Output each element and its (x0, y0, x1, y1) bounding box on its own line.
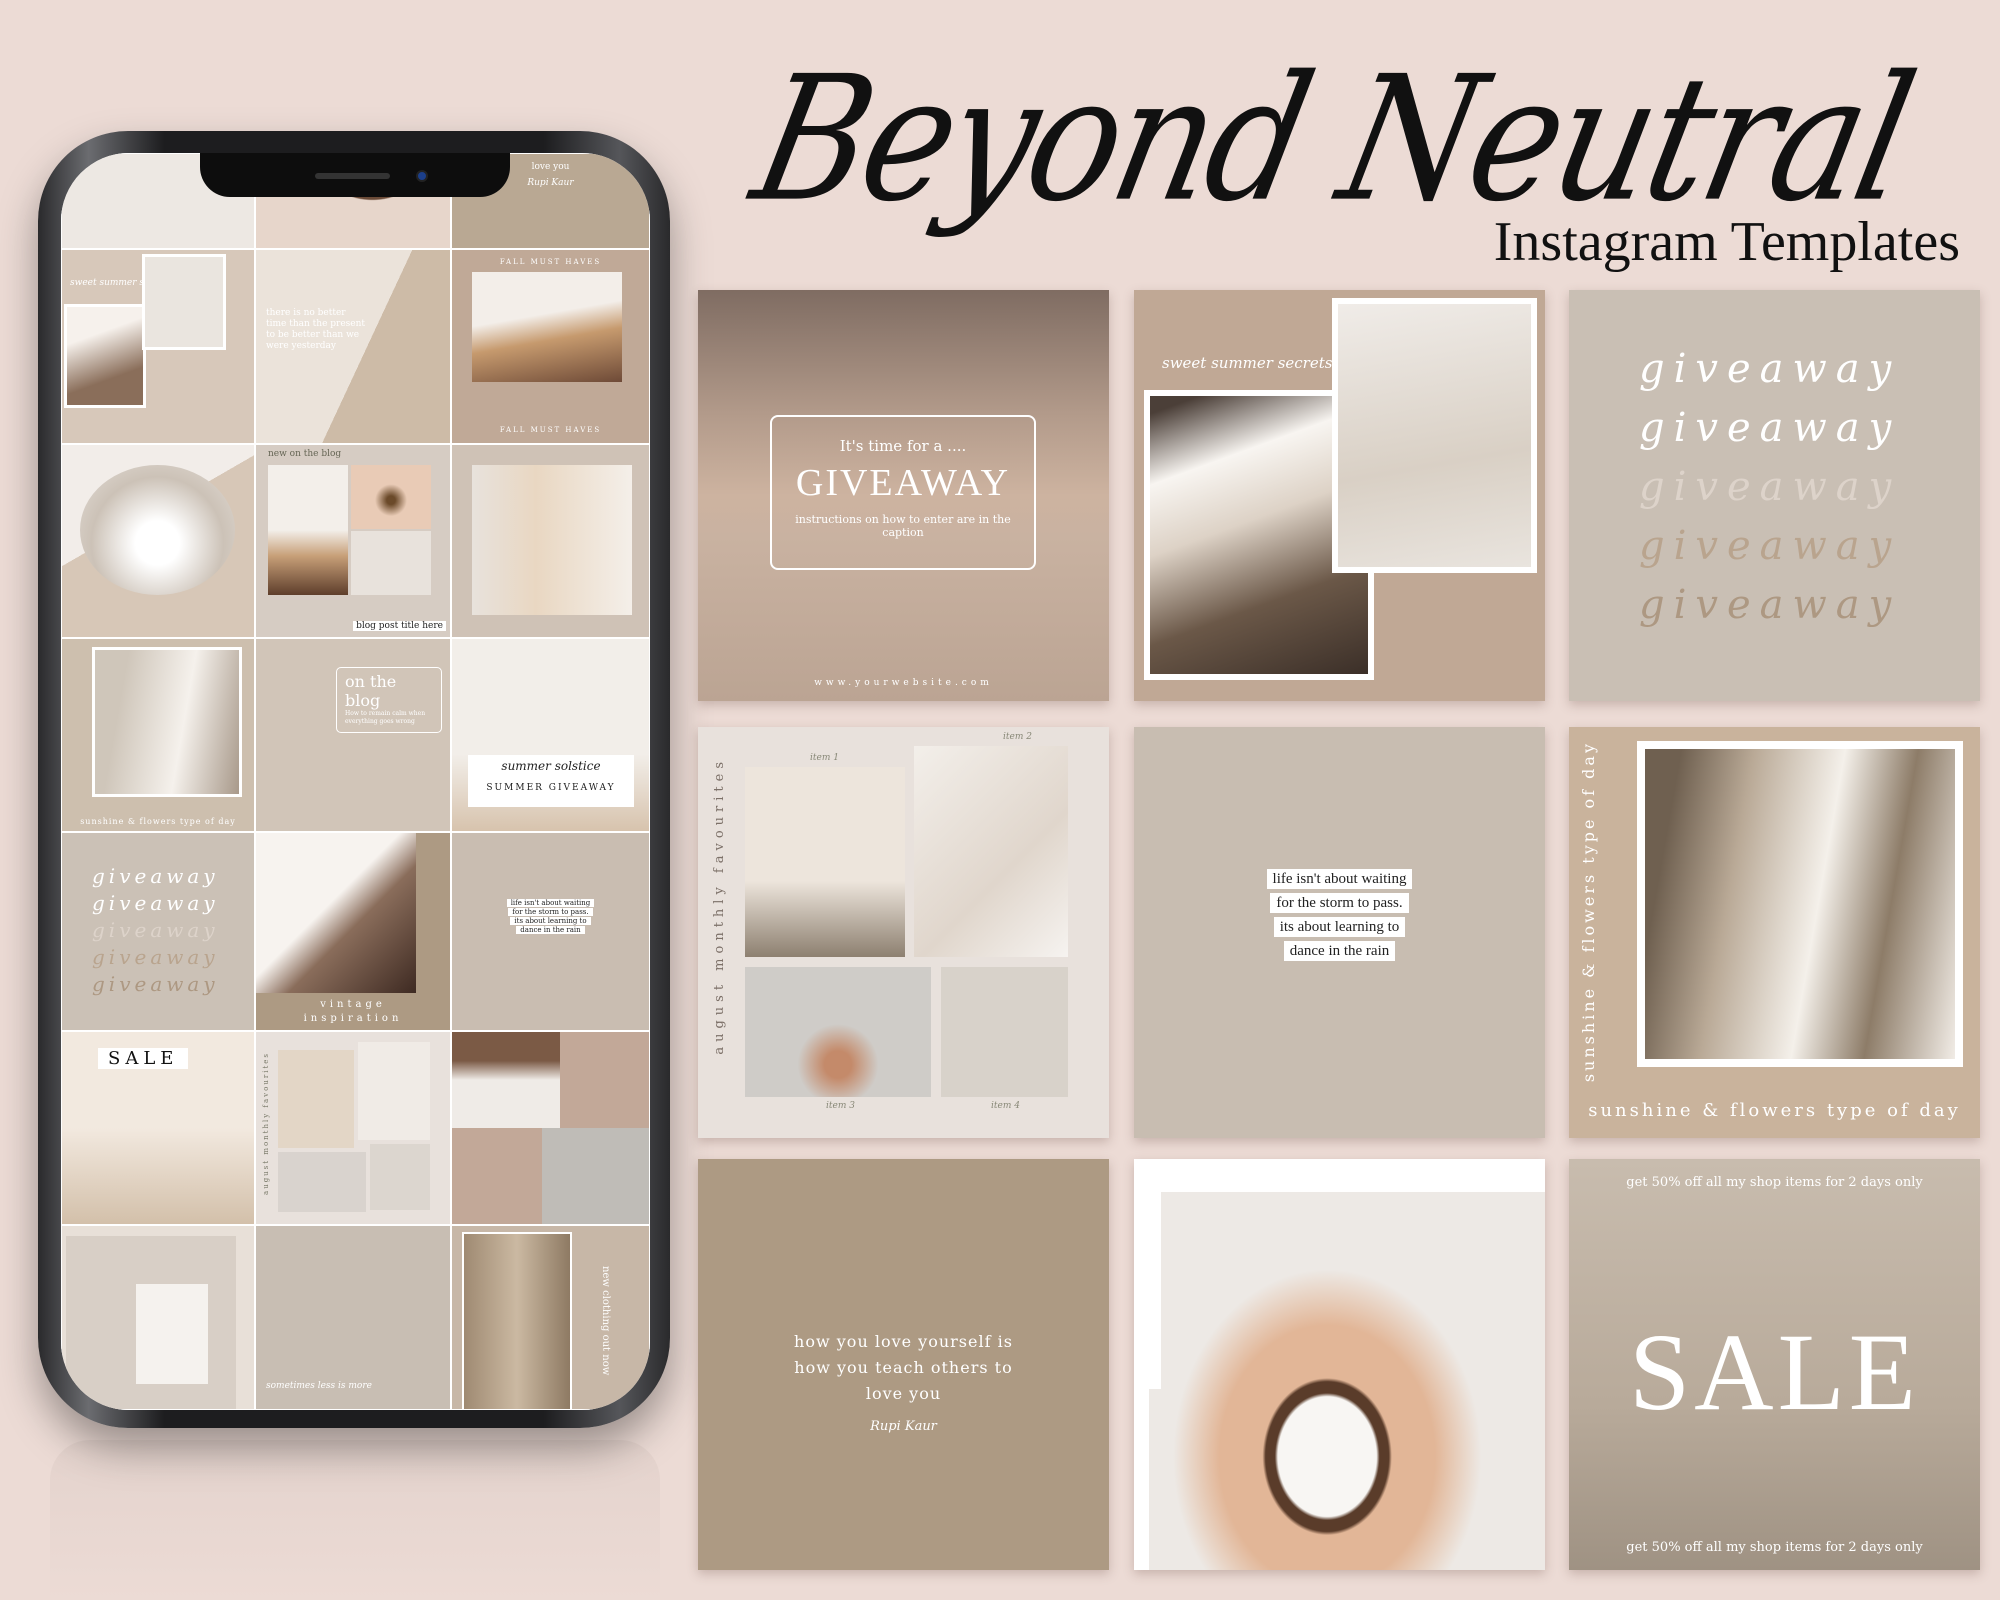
feed-tile-woman (451, 444, 650, 638)
feed-tile-vintage: vintage inspiration (255, 832, 451, 1031)
quote-line: life isn't about waiting (1266, 869, 1413, 889)
item-photo (745, 767, 905, 957)
script-text: sometimes less is more (266, 1381, 372, 1391)
promo-text: get 50% off all my shop items for 2 days… (1626, 1175, 1923, 1190)
template-love-quote: how you love yourself is how you teach ot… (698, 1159, 1109, 1570)
intro-text: It's time for a .... (839, 437, 967, 455)
speaker-icon (315, 173, 390, 179)
quote-text: there is no better time than the present… (266, 308, 365, 351)
quote-line: life isn't about waiting (506, 899, 595, 907)
caption: sunshine & flowers type of day (80, 817, 236, 826)
instructions: instructions on how to enter are in the … (795, 513, 1011, 539)
heading: FALL MUST HAVES (499, 258, 602, 266)
heading: FALL MUST HAVES (499, 426, 602, 434)
vertical-text: new clothing out now (600, 1266, 611, 1376)
quote-line: its about learning to (1273, 917, 1406, 937)
feed-tile-less: sometimes less is more (255, 1225, 451, 1410)
heading: vintage (320, 999, 386, 1010)
feed-tile-sunshine: sunshine & flowers type of day (61, 638, 255, 832)
heading: new on the blog (268, 449, 342, 459)
feed-tile-fall: FALL MUST HAVES FALL MUST HAVES (451, 249, 650, 444)
template-giveaway-repeat: giveaway giveaway giveaway giveaway giveaway (1569, 290, 1980, 701)
blog-title: blog post title here (353, 621, 446, 631)
template-quote-rain: life isn't about waiting for the storm to… (1134, 727, 1545, 1138)
item-label: item 2 (1003, 732, 1032, 742)
heading: on the blog (345, 672, 397, 710)
feed-tile-rain: life isn't about waiting for the storm to… (451, 832, 650, 1031)
script-text: summer solstice (501, 759, 601, 773)
item-label: item 3 (826, 1101, 855, 1111)
giveaway-word: giveaway (1639, 346, 1901, 392)
giveaway-word: giveaway (1639, 464, 1901, 510)
item-photo (914, 746, 1068, 957)
item-label: item 4 (991, 1101, 1020, 1111)
subtitle: Instagram Templates (1493, 211, 1960, 273)
coconut-photo (1149, 1192, 1545, 1570)
giveaway-word: giveaway (92, 864, 219, 888)
feed-tile-favourites: august monthly favourites (255, 1031, 451, 1225)
item-label: item 1 (810, 753, 839, 763)
item-photo (745, 967, 931, 1097)
giveaway-word: giveaway (92, 891, 219, 915)
heading: inspiration (303, 1013, 403, 1024)
signature: Rupi Kaur (870, 1419, 937, 1434)
feed-tile-coffee (61, 1225, 255, 1410)
vertical-text: august monthly favourites (712, 757, 727, 1055)
feed-tile-on-blog: on the blog How to remain calm when ever… (255, 638, 451, 832)
feed-tile-solstice: summer solstice SUMMER GIVEAWAY (451, 638, 650, 832)
giveaway-word: giveaway (92, 972, 219, 996)
subheading: How to remain calm when everything goes … (345, 710, 426, 725)
feed-tile-summer: sweet summer secrets (61, 249, 255, 444)
phone-screen: love you Rupi Kaur sweet summer secrets … (61, 153, 650, 1410)
template-giveaway: It's time for a .... GIVEAWAY instructio… (698, 290, 1109, 701)
quote-line: love you (865, 1384, 942, 1403)
bag-photo (1332, 298, 1537, 573)
giveaway-word: giveaway (1639, 405, 1901, 451)
feed-tile-hat (451, 1031, 650, 1225)
shadow-photo (1637, 741, 1963, 1067)
giveaway-word: giveaway (1639, 523, 1901, 569)
feed-tile-circle (61, 444, 255, 638)
quote-line: for the storm to pass. (1270, 893, 1409, 913)
vertical-text: august monthly favourites (262, 1052, 270, 1195)
feed-tile-blog: new on the blog blog post title here (255, 444, 451, 638)
template-favourites: august monthly favourites item 1 item 2 … (698, 727, 1109, 1138)
sale-label: SALE (98, 1048, 189, 1069)
caption: sunshine & flowers type of day (1588, 1100, 1961, 1121)
feed-tile-giveaway: giveaway giveaway giveaway giveaway giveaway (61, 832, 255, 1031)
item-photo (941, 967, 1068, 1097)
quote-line: how you love yourself is (794, 1332, 1013, 1351)
giveaway-word: giveaway (1639, 582, 1901, 628)
feed-tile-clothing: new clothing out now (451, 1225, 650, 1410)
feed-tile-sale: SALE (61, 1031, 255, 1225)
script-text: sweet summer secrets (1162, 354, 1333, 372)
feed-tile-text: there is no better time than the present… (255, 249, 451, 444)
template-sunshine: sunshine & flowers type of day sunshine … (1569, 727, 1980, 1138)
website-text: www.yourwebsite.com (814, 678, 993, 688)
headline: GIVEAWAY (795, 462, 1011, 504)
template-coconut (1134, 1159, 1545, 1570)
template-summer-secrets: sweet summer secrets (1134, 290, 1545, 701)
giveaway-word: giveaway (92, 918, 219, 942)
phone-reflection (50, 1440, 660, 1600)
promo-text: get 50% off all my shop items for 2 days… (1626, 1540, 1923, 1555)
quote-line: how you teach others to (794, 1358, 1013, 1377)
quote-line: dance in the rain (516, 926, 585, 934)
vertical-text: sunshine & flowers type of day (1579, 741, 1598, 1083)
quote-line: its about learning to (510, 917, 591, 925)
quote-line: for the storm to pass. (508, 908, 593, 916)
template-sale: get 50% off all my shop items for 2 days… (1569, 1159, 1980, 1570)
quote-line: dance in the rain (1283, 941, 1396, 961)
camera-icon (416, 170, 428, 182)
giveaway-word: giveaway (92, 945, 219, 969)
heading: SUMMER GIVEAWAY (486, 783, 616, 793)
sale-headline: SALE (1629, 1311, 1920, 1433)
